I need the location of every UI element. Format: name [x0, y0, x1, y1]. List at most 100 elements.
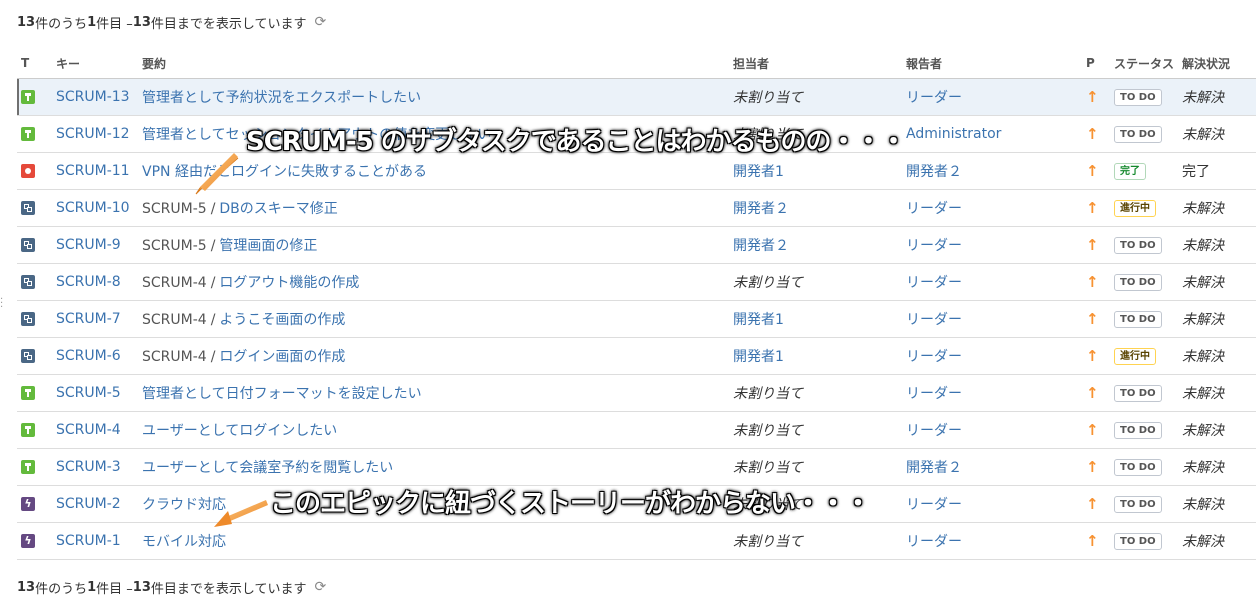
assignee-unassigned: 未割り当て	[733, 534, 803, 550]
issue-key-link[interactable]: SCRUM-8	[56, 274, 121, 290]
issue-key-link[interactable]: SCRUM-5	[56, 385, 121, 401]
parent-issue-link[interactable]: SCRUM-5	[142, 201, 207, 217]
table-row[interactable]: SCRUM-5 管理者として日付フォーマットを設定したい 未割り当て リーダー ↑ TO …	[17, 374, 1256, 412]
reporter-link[interactable]: リーダー	[906, 275, 962, 291]
issue-key-link[interactable]: SCRUM-12	[56, 126, 130, 142]
parent-issue-link[interactable]: SCRUM-4	[142, 312, 207, 328]
reporter-cell: リーダー	[902, 226, 1082, 264]
reporter-link[interactable]: リーダー	[906, 90, 962, 106]
reporter-cell: リーダー	[902, 522, 1082, 560]
column-header-type[interactable]: T	[17, 48, 52, 79]
reporter-link[interactable]: リーダー	[906, 386, 962, 402]
issue-summary-link[interactable]: 管理画面の修正	[219, 238, 317, 254]
parent-issue-link[interactable]: SCRUM-5	[142, 238, 207, 254]
column-header-key[interactable]: キー	[52, 48, 138, 79]
pager-end: 13	[132, 579, 151, 595]
assignee-link[interactable]: 開発者２	[733, 238, 789, 254]
table-row[interactable]: SCRUM-4 ユーザーとしてログインしたい 未割り当て リーダー ↑ TO DO 未解決	[17, 411, 1256, 449]
assignee-cell: 開発者1	[729, 337, 902, 375]
resolution-cell: 未解決	[1178, 189, 1256, 227]
reporter-link[interactable]: リーダー	[906, 497, 962, 513]
reporter-link[interactable]: リーダー	[906, 201, 962, 217]
column-header-assignee[interactable]: 担当者	[729, 48, 902, 79]
reporter-link[interactable]: リーダー	[906, 312, 962, 328]
reporter-link[interactable]: リーダー	[906, 534, 962, 550]
issue-key-cell: SCRUM-3	[52, 448, 138, 486]
issue-type-cell: ϟ	[17, 522, 52, 560]
issue-summary-link[interactable]: クラウド対応	[142, 497, 226, 513]
table-row[interactable]: SCRUM-9 SCRUM-5/管理画面の修正 開発者２ リーダー ↑ TO DO 未解決	[17, 226, 1256, 264]
reporter-cell: Administrator	[902, 115, 1082, 153]
status-cell: TO DO	[1110, 411, 1178, 449]
issue-key-link[interactable]: SCRUM-7	[56, 311, 121, 327]
issue-key-link[interactable]: SCRUM-6	[56, 348, 121, 364]
issue-summary-link[interactable]: 管理者として日付フォーマットを設定したい	[142, 386, 422, 402]
table-row[interactable]: SCRUM-7 SCRUM-4/ようこそ画面の作成 開発者1 リーダー ↑ TO DO 未解…	[17, 300, 1256, 338]
refresh-icon[interactable]: ⟳	[315, 579, 327, 595]
reporter-link[interactable]: 開発者２	[906, 164, 962, 180]
status-cell: TO DO	[1110, 78, 1178, 116]
table-row[interactable]: SCRUM-3 ユーザーとして会議室予約を閲覧したい 未割り当て 開発者２ ↑ TO DO…	[17, 448, 1256, 486]
assignee-link[interactable]: 開発者1	[733, 349, 784, 365]
issue-summary-link[interactable]: VPN 経由だとログインに失敗することがある	[142, 164, 427, 180]
issue-summary-link[interactable]: ユーザーとしてログインしたい	[142, 423, 337, 439]
column-header-reporter[interactable]: 報告者	[902, 48, 1082, 79]
resolution-cell: 未解決	[1178, 448, 1256, 486]
resolution-cell: 未解決	[1178, 226, 1256, 264]
issue-summary-link[interactable]: ログイン画面の作成	[219, 349, 345, 365]
table-header-row: T キー 要約 担当者 報告者 P ステータス 解決状況	[17, 48, 1256, 79]
issue-key-link[interactable]: SCRUM-2	[56, 496, 121, 512]
issue-key-link[interactable]: SCRUM-1	[56, 533, 121, 549]
status-badge-todo: TO DO	[1114, 311, 1162, 328]
column-header-resolution[interactable]: 解決状況	[1178, 48, 1256, 79]
table-row[interactable]: SCRUM-8 SCRUM-4/ログアウト機能の作成 未割り当て リーダー ↑ TO DO…	[17, 263, 1256, 301]
column-header-status[interactable]: ステータス	[1110, 48, 1178, 79]
refresh-icon[interactable]: ⟳	[315, 14, 327, 30]
issue-summary-link[interactable]: ようこそ画面の作成	[219, 312, 345, 328]
reporter-link[interactable]: リーダー	[906, 423, 962, 439]
issue-summary-link[interactable]: ユーザーとして会議室予約を閲覧したい	[142, 460, 393, 476]
resize-handle-icon[interactable]: · · ·	[0, 295, 3, 313]
issue-summary-cell: ユーザーとして会議室予約を閲覧したい	[138, 448, 729, 486]
assignee-unassigned: 未割り当て	[733, 386, 803, 402]
reporter-link[interactable]: リーダー	[906, 238, 962, 254]
subtask-type-icon	[21, 275, 35, 289]
parent-issue-link[interactable]: SCRUM-4	[142, 349, 207, 365]
table-row[interactable]: SCRUM-13 管理者として予約状況をエクスポートしたい 未割り当て リーダー ↑ TO…	[17, 78, 1256, 116]
resolution-text: 未解決	[1182, 386, 1224, 402]
table-row[interactable]: SCRUM-6 SCRUM-4/ログイン画面の作成 開発者1 リーダー ↑ 進行中 未解決	[17, 337, 1256, 375]
issue-key-link[interactable]: SCRUM-13	[56, 89, 130, 105]
status-badge-todo: TO DO	[1114, 385, 1162, 402]
table-row[interactable]: SCRUM-10 SCRUM-5/DBのスキーマ修正 開発者２ リーダー ↑ 進行中 未解決	[17, 189, 1256, 227]
table-row[interactable]: ϟ SCRUM-1 モバイル対応 未割り当て リーダー ↑ TO DO 未解決	[17, 522, 1256, 560]
column-header-priority[interactable]: P	[1082, 48, 1110, 79]
reporter-cell: リーダー	[902, 78, 1082, 116]
issue-key-link[interactable]: SCRUM-4	[56, 422, 121, 438]
issue-key-link[interactable]: SCRUM-9	[56, 237, 121, 253]
assignee-link[interactable]: 開発者1	[733, 164, 784, 180]
table-row[interactable]: SCRUM-11 VPN 経由だとログインに失敗することがある 開発者1 開発者２ ↑ 完…	[17, 152, 1256, 190]
issue-key-link[interactable]: SCRUM-11	[56, 163, 130, 179]
issue-summary-link[interactable]: 管理者として予約状況をエクスポートしたい	[142, 90, 421, 106]
column-header-summary[interactable]: 要約	[138, 48, 729, 79]
issue-type-cell	[17, 226, 52, 264]
reporter-link[interactable]: リーダー	[906, 349, 962, 365]
resolution-text: 未解決	[1182, 312, 1224, 328]
issue-type-cell	[17, 115, 52, 153]
priority-cell: ↑	[1082, 300, 1110, 338]
issue-key-link[interactable]: SCRUM-3	[56, 459, 121, 475]
status-cell: TO DO	[1110, 448, 1178, 486]
parent-issue-link[interactable]: SCRUM-4	[142, 275, 207, 291]
issue-summary-link[interactable]: DBのスキーマ修正	[219, 201, 337, 217]
issue-summary-link[interactable]: モバイル対応	[142, 534, 226, 550]
reporter-link[interactable]: Administrator	[906, 126, 1001, 142]
priority-cell: ↑	[1082, 374, 1110, 412]
assignee-cell: 開発者1	[729, 152, 902, 190]
issue-summary-link[interactable]: ログアウト機能の作成	[219, 275, 359, 291]
reporter-link[interactable]: 開発者２	[906, 460, 962, 476]
priority-cell: ↑	[1082, 152, 1110, 190]
assignee-link[interactable]: 開発者２	[733, 201, 789, 217]
reporter-cell: リーダー	[902, 485, 1082, 523]
issue-key-link[interactable]: SCRUM-10	[56, 200, 130, 216]
assignee-link[interactable]: 開発者1	[733, 312, 784, 328]
